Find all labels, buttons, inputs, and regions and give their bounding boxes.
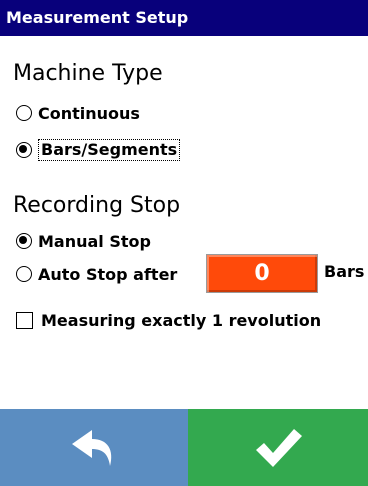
option-bars-segments[interactable]: Bars/Segments: [16, 138, 181, 162]
option-manual-stop-label: Manual Stop: [38, 231, 151, 251]
option-manual-stop[interactable]: Manual Stop: [16, 229, 151, 253]
radio-auto-stop[interactable]: [16, 266, 32, 282]
option-one-revolution-label: Measuring exactly 1 revolution: [41, 310, 322, 330]
auto-stop-unit: Bars: [324, 262, 365, 281]
back-button[interactable]: [0, 409, 188, 486]
option-bars-segments-label: Bars/Segments: [38, 139, 181, 161]
auto-stop-value-input[interactable]: 0: [206, 254, 318, 293]
radio-bars-segments[interactable]: [16, 142, 32, 158]
radio-manual-stop[interactable]: [16, 233, 32, 249]
option-continuous[interactable]: Continuous: [16, 101, 140, 125]
recording-stop-heading: Recording Stop: [13, 193, 181, 218]
checkbox-one-revolution[interactable]: [16, 311, 33, 329]
machine-type-heading: Machine Type: [13, 61, 163, 86]
window-title: Measurement Setup: [0, 0, 368, 36]
radio-continuous[interactable]: [16, 105, 32, 121]
checkmark-icon: [256, 428, 302, 467]
option-continuous-label: Continuous: [38, 103, 140, 123]
option-one-revolution[interactable]: Measuring exactly 1 revolution: [16, 308, 321, 332]
undo-arrow-icon: [72, 429, 112, 466]
option-auto-stop-label: Auto Stop after: [38, 264, 178, 284]
confirm-button[interactable]: [188, 409, 368, 486]
option-auto-stop[interactable]: Auto Stop after: [16, 262, 177, 286]
